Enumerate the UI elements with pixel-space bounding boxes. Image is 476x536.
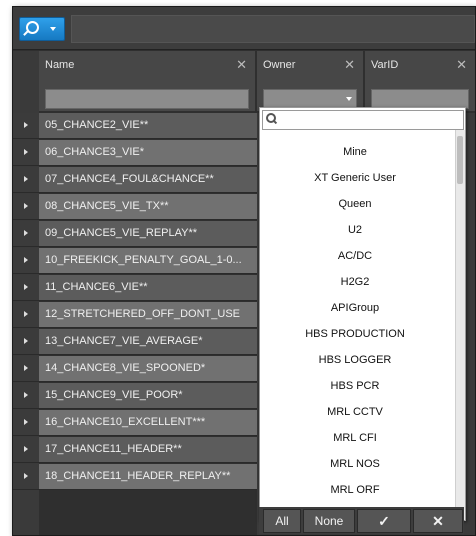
column-header-owner[interactable]: Owner ✕	[257, 51, 363, 85]
toolbar	[13, 7, 475, 50]
close-icon: ✕	[432, 513, 444, 529]
varid-filter-input[interactable]	[371, 89, 469, 109]
close-icon[interactable]: ✕	[456, 57, 467, 73]
dropdown-option[interactable]: U2	[260, 224, 450, 236]
table-row[interactable]: 18_CHANCE11_HEADER_REPLAY**	[13, 464, 257, 490]
chevron-down-icon	[346, 97, 352, 101]
table-row[interactable]: 11_CHANCE6_VIE**	[13, 275, 257, 301]
chevron-down-icon	[50, 27, 56, 31]
dropdown-option[interactable]: AC/DC	[260, 250, 450, 262]
column-header-varid[interactable]: VarID ✕	[365, 51, 475, 85]
search-icon	[26, 21, 39, 34]
row-expand-icon[interactable]	[13, 329, 39, 354]
name-filter	[39, 85, 255, 111]
dropdown-option[interactable]: MRL ORF	[260, 484, 450, 496]
row-name: 16_CHANCE10_EXCELLENT***	[45, 416, 206, 428]
search-icon	[266, 113, 276, 123]
confirm-button[interactable]: ✓	[357, 509, 411, 533]
row-expand-icon[interactable]	[13, 275, 39, 300]
select-none-button[interactable]: None	[303, 509, 355, 533]
dropdown-option[interactable]: H2G2	[260, 276, 450, 288]
row-expand-icon[interactable]	[13, 221, 39, 246]
table-row[interactable]: 07_CHANCE4_FOUL&CHANCE**	[13, 167, 257, 193]
row-name: 15_CHANCE9_VIE_POOR*	[45, 389, 183, 401]
row-name: 14_CHANCE8_VIE_SPOONED*	[45, 362, 206, 374]
cancel-button[interactable]: ✕	[413, 509, 463, 533]
table-row[interactable]: 15_CHANCE9_VIE_POOR*	[13, 383, 257, 409]
row-name: 08_CHANCE5_VIE_TX**	[45, 200, 169, 212]
row-expand-icon[interactable]	[13, 437, 39, 462]
row-name: 07_CHANCE4_FOUL&CHANCE**	[45, 173, 214, 185]
column-title-owner: Owner	[263, 59, 296, 71]
dropdown-search-input[interactable]	[262, 110, 464, 130]
table-row[interactable]: 10_FREEKICK_PENALTY_GOAL_1-0...	[13, 248, 257, 274]
row-name: 18_CHANCE11_HEADER_REPLAY**	[45, 470, 231, 482]
scrollbar-thumb[interactable]	[457, 136, 463, 184]
dropdown-option[interactable]: HBS LOGGER	[260, 354, 450, 366]
row-name: 12_STRETCHERED_OFF_DONT_USE	[45, 308, 240, 320]
table-row[interactable]: 05_CHANCE2_VIE**	[13, 113, 257, 139]
table-row[interactable]: 16_CHANCE10_EXCELLENT***	[13, 410, 257, 436]
row-name: 11_CHANCE6_VIE**	[45, 281, 148, 293]
select-all-button[interactable]: All	[263, 509, 301, 533]
table-row[interactable]: 12_STRETCHERED_OFF_DONT_USE	[13, 302, 257, 328]
table-row[interactable]: 13_CHANCE7_VIE_AVERAGE*	[13, 329, 257, 355]
search-button[interactable]	[19, 17, 65, 41]
table-row[interactable]: 08_CHANCE5_VIE_TX**	[13, 194, 257, 220]
dropdown-option[interactable]: MRL NOS	[260, 458, 450, 470]
search-field[interactable]	[71, 15, 475, 43]
row-expand-icon[interactable]	[13, 140, 39, 165]
row-name: 06_CHANCE3_VIE*	[45, 146, 145, 158]
close-icon[interactable]: ✕	[344, 57, 355, 73]
dropdown-option[interactable]: Queen	[260, 198, 450, 210]
row-name: 13_CHANCE7_VIE_AVERAGE*	[45, 335, 203, 347]
column-title-varid: VarID	[371, 59, 399, 71]
name-filter-input[interactable]	[45, 89, 249, 109]
dropdown-option[interactable]: XT Generic User	[260, 172, 450, 184]
dropdown-option[interactable]: MRL CFI	[260, 432, 450, 444]
row-expand-icon[interactable]	[13, 383, 39, 408]
dropdown-scrollbar[interactable]	[455, 130, 465, 520]
close-icon[interactable]: ✕	[236, 57, 247, 73]
table-row[interactable]: 14_CHANCE8_VIE_SPOONED*	[13, 356, 257, 382]
filter-panel: Name ✕ Owner ✕ VarID ✕ 05_CHANCE2_VIE** 0…	[12, 6, 476, 536]
owner-filter-select[interactable]	[263, 89, 357, 109]
dropdown-option[interactable]: HBS PCR	[260, 380, 450, 392]
table-row[interactable]: 06_CHANCE3_VIE*	[13, 140, 257, 166]
row-expand-icon[interactable]	[13, 356, 39, 381]
dropdown-option[interactable]: APIGroup	[260, 302, 450, 314]
row-name: 10_FREEKICK_PENALTY_GOAL_1-0...	[45, 254, 242, 266]
dropdown-footer: All None ✓ ✕	[259, 507, 464, 534]
row-expand-icon[interactable]	[13, 167, 39, 192]
table-row[interactable]: 09_CHANCE5_VIE_REPLAY**	[13, 221, 257, 247]
dropdown-option[interactable]: MRL CCTV	[260, 406, 450, 418]
column-header-name[interactable]: Name ✕	[39, 51, 255, 85]
row-name: 09_CHANCE5_VIE_REPLAY**	[45, 227, 198, 239]
row-name: 05_CHANCE2_VIE**	[45, 119, 149, 131]
dropdown-option[interactable]: Mine	[260, 146, 450, 158]
row-expand-icon[interactable]	[13, 302, 39, 327]
dropdown-option[interactable]: HBS PRODUCTION	[260, 328, 450, 340]
row-name: 17_CHANCE11_HEADER**	[45, 443, 182, 455]
row-expand-icon[interactable]	[13, 113, 39, 138]
row-expand-icon[interactable]	[13, 410, 39, 435]
table-row[interactable]: 17_CHANCE11_HEADER**	[13, 437, 257, 463]
row-expand-icon[interactable]	[13, 464, 39, 489]
row-expand-icon[interactable]	[13, 194, 39, 219]
check-icon: ✓	[378, 513, 390, 529]
column-title-name: Name	[45, 59, 75, 71]
row-expand-icon[interactable]	[13, 248, 39, 273]
owner-dropdown: Mine XT Generic User Queen U2 AC/DC H2G2 APIGr…	[259, 107, 466, 522]
